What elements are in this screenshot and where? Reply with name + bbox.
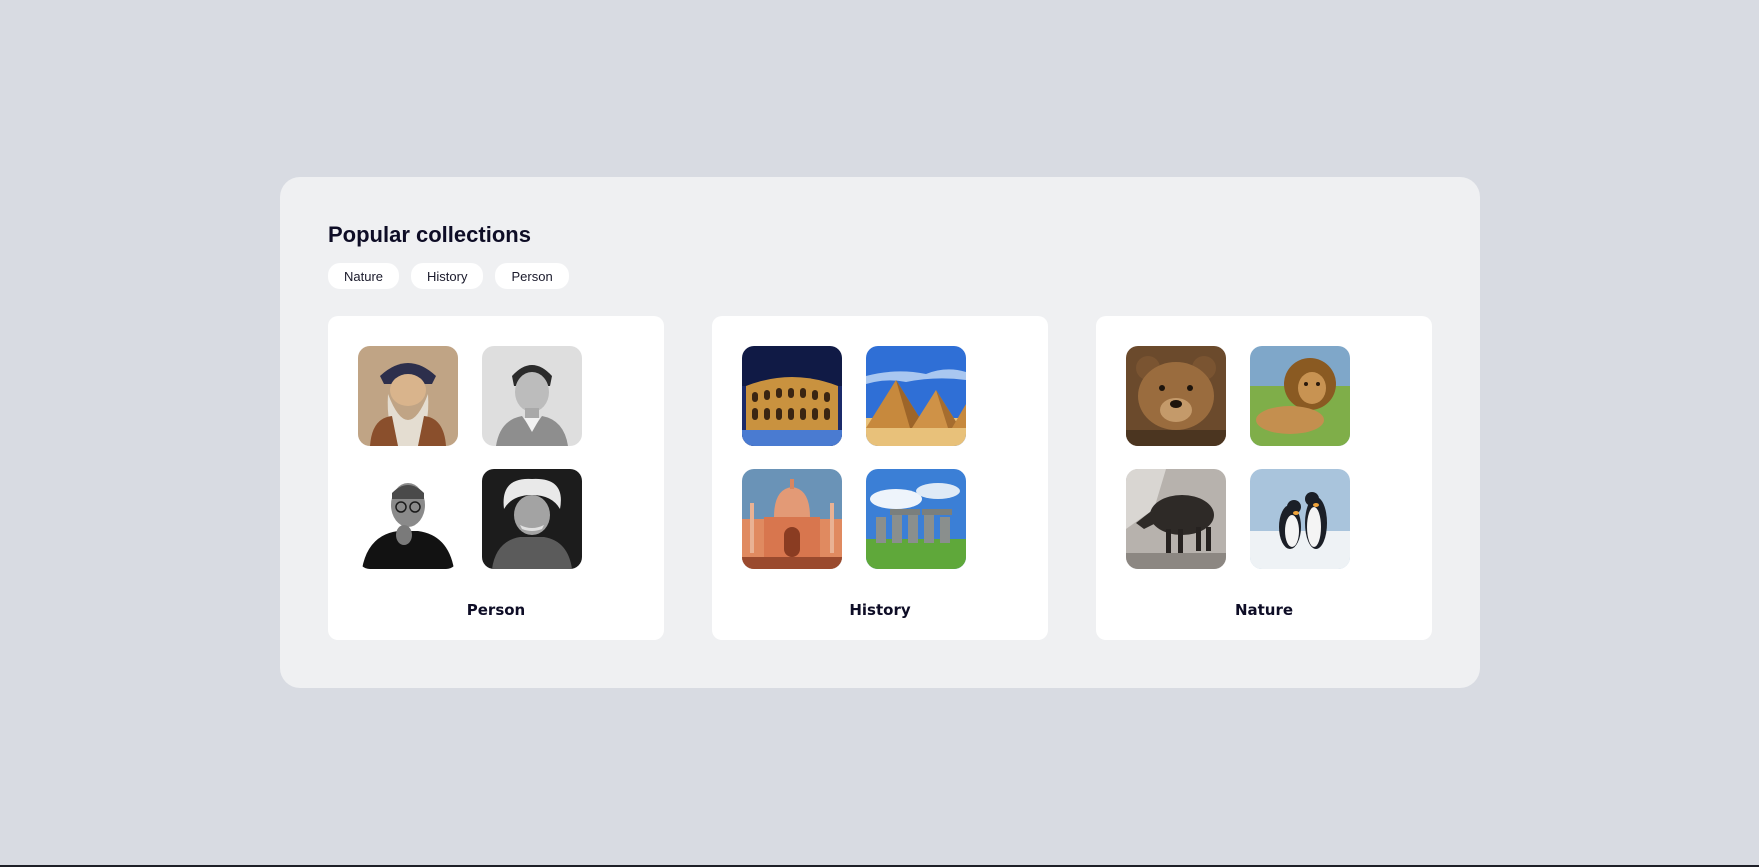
collection-card-person[interactable]: Person [328, 316, 664, 640]
collection-card-history[interactable]: History [712, 316, 1048, 640]
lion-image [1250, 346, 1350, 446]
thumbnail-grid [1126, 346, 1432, 569]
filter-person-button[interactable]: Person [495, 263, 569, 289]
collection-cards: Person History Nature [328, 316, 1432, 640]
portrait-white-hair-man-image [482, 469, 582, 569]
collection-label-nature: Nature [1234, 601, 1294, 619]
popular-collections-panel: Popular collections Nature History Perso… [280, 177, 1480, 688]
stonehenge-image [866, 469, 966, 569]
taj-mahal-image [742, 469, 842, 569]
filter-nature-button[interactable]: Nature [328, 263, 400, 289]
portrait-young-man-image [482, 346, 582, 446]
penguins-image [1250, 469, 1350, 569]
filter-bar: Nature History Person [328, 263, 1432, 289]
collection-card-nature[interactable]: Nature [1096, 316, 1432, 640]
boar-image [1126, 469, 1226, 569]
collection-label-history: History [849, 601, 911, 619]
thumbnail-grid [742, 346, 1048, 569]
collection-label-person: Person [466, 601, 526, 619]
filter-history-button[interactable]: History [411, 263, 484, 289]
page-title: Popular collections [328, 222, 531, 247]
colosseum-image [742, 346, 842, 446]
pyramids-image [866, 346, 966, 446]
thumbnail-grid [358, 346, 664, 569]
portrait-bearded-man-image [358, 346, 458, 446]
bear-image [1126, 346, 1226, 446]
portrait-man-glasses-image [358, 469, 458, 569]
